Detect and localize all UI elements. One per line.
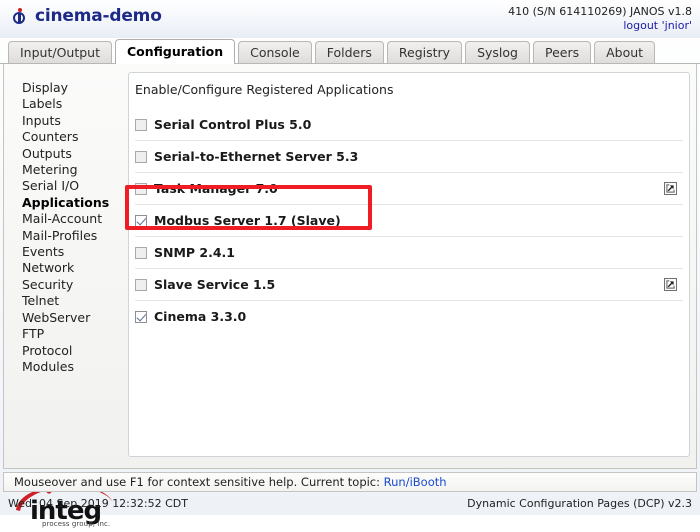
device-info: 410 (S/N 614110269) JANOS v1.8 logout 'j… (508, 5, 692, 33)
application-row: Serial-to-Ethernet Server 5.3 (135, 141, 683, 173)
tab-registry[interactable]: Registry (386, 41, 463, 64)
sidebar-item-mail-account[interactable]: Mail-Account (22, 211, 126, 227)
external-link-icon[interactable] (664, 181, 677, 195)
status-timestamp: Wed, 04 Sep 2019 12:32:52 CDT (8, 497, 188, 510)
application-enable-checkbox[interactable] (135, 150, 147, 163)
application-enable-checkbox[interactable] (135, 214, 147, 227)
application-name-label: SNMP 2.4.1 (154, 245, 236, 260)
logo-subtitle: process group, inc. (42, 520, 111, 528)
sidebar-item-security[interactable]: Security (22, 277, 126, 293)
sidebar-item-applications[interactable]: Applications (22, 195, 126, 211)
sidebar-item-modules[interactable]: Modules (22, 359, 126, 375)
application-row: Cinema 3.3.0 (135, 301, 683, 332)
application-row: Task Manager 7.0 (135, 173, 683, 205)
tab-folders[interactable]: Folders (314, 41, 384, 64)
tab-configuration[interactable]: Configuration (115, 39, 236, 64)
application-enable-checkbox[interactable] (135, 246, 147, 259)
sidebar-item-ftp[interactable]: FTP (22, 326, 126, 342)
sidebar-item-webserver[interactable]: WebServer (22, 310, 126, 326)
panel-heading: Enable/Configure Registered Applications (135, 82, 394, 97)
sidebar-item-telnet[interactable]: Telnet (22, 293, 126, 309)
tab-input-output[interactable]: Input/Output (8, 41, 112, 64)
help-text: Mouseover and use F1 for context sensiti… (14, 475, 381, 489)
application-name-label: Slave Service 1.5 (154, 277, 276, 292)
device-serial-text: 410 (S/N 614110269) JANOS v1.8 (508, 5, 692, 18)
application-name-label: Serial-to-Ethernet Server 5.3 (154, 149, 359, 164)
sidebar-item-display[interactable]: Display (22, 80, 126, 96)
sidebar-item-mail-profiles[interactable]: Mail-Profiles (22, 228, 126, 244)
help-topic-link[interactable]: Run/iBooth (384, 475, 447, 489)
application-name-label: Cinema 3.3.0 (154, 309, 247, 324)
application-list: Serial Control Plus 5.0 Serial-to-Etherne… (135, 109, 683, 332)
application-enable-checkbox[interactable] (135, 278, 147, 291)
page-title: cinema-demo (35, 6, 162, 26)
application-enable-checkbox[interactable] (135, 182, 147, 195)
main-frame: Display Labels Inputs Counters Outputs Meteri… (3, 64, 697, 528)
sidebar-item-metering[interactable]: Metering (22, 162, 126, 178)
sidebar-item-inputs[interactable]: Inputs (22, 113, 126, 129)
header-bar: cinema-demo 410 (S/N 614110269) JANOS v1… (0, 0, 700, 38)
sidebar: Display Labels Inputs Counters Outputs Meteri… (4, 64, 126, 467)
info-circle-icon (12, 8, 28, 24)
application-name-label: Modbus Server 1.7 (Slave) (154, 213, 341, 228)
application-row: Slave Service 1.5 (135, 269, 683, 301)
sidebar-item-outputs[interactable]: Outputs (22, 146, 126, 162)
application-name-label: Task Manager 7.0 (154, 181, 278, 196)
external-link-icon[interactable] (664, 277, 677, 291)
sidebar-item-protocol[interactable]: Protocol (22, 343, 126, 359)
tab-peers[interactable]: Peers (532, 41, 592, 64)
tab-syslog[interactable]: Syslog (465, 41, 530, 64)
brand: cinema-demo (12, 6, 162, 26)
logout-link[interactable]: logout 'jnior' (508, 19, 692, 33)
configuration-panel: Enable/Configure Registered Applications… (128, 72, 690, 457)
application-enable-checkbox[interactable] (135, 310, 147, 323)
tab-console[interactable]: Console (238, 41, 312, 64)
application-row: SNMP 2.4.1 (135, 237, 683, 269)
sidebar-item-events[interactable]: Events (22, 244, 126, 260)
application-window: cinema-demo 410 (S/N 614110269) JANOS v1… (0, 0, 700, 528)
tab-about[interactable]: About (594, 41, 656, 64)
application-row: Serial Control Plus 5.0 (135, 109, 683, 141)
application-name-label: Serial Control Plus 5.0 (154, 117, 312, 132)
sidebar-item-labels[interactable]: Labels (22, 96, 126, 112)
sidebar-item-network[interactable]: Network (22, 260, 126, 276)
status-bar: Wed, 04 Sep 2019 12:32:52 CDT Dynamic Co… (0, 494, 700, 515)
sidebar-item-serial-i-o[interactable]: Serial I/O (22, 178, 126, 194)
tab-bar: Input/Output Configuration Console Folders R… (0, 38, 700, 64)
help-bar: Mouseover and use F1 for context sensiti… (3, 472, 697, 492)
status-version: Dynamic Configuration Pages (DCP) v2.3 (467, 497, 692, 510)
application-row: Modbus Server 1.7 (Slave) (135, 205, 683, 237)
sidebar-item-counters[interactable]: Counters (22, 129, 126, 145)
application-enable-checkbox[interactable] (135, 118, 147, 131)
